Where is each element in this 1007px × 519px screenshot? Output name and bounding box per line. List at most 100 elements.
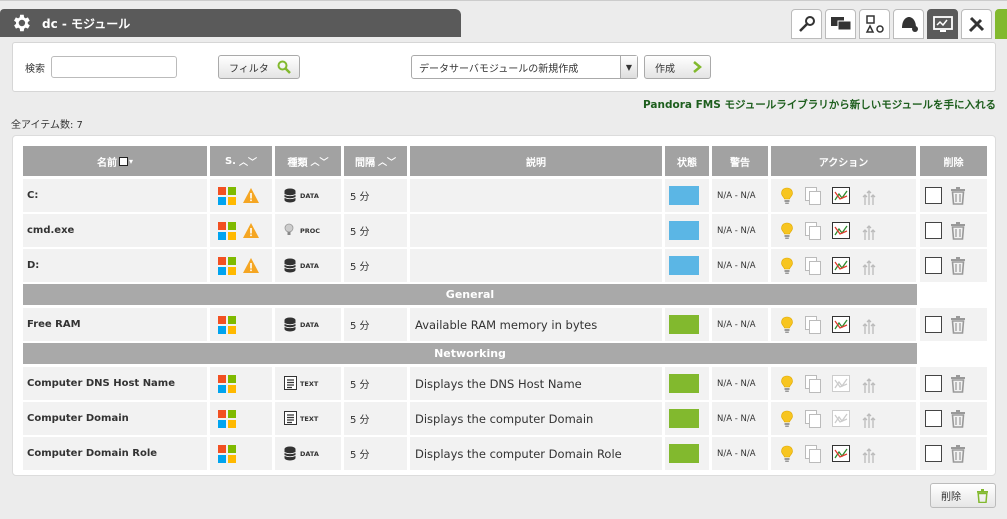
graph-icon[interactable] [832, 375, 850, 392]
header-actions: アクション [771, 146, 916, 176]
header-name[interactable]: 名前 ▾ [23, 146, 207, 176]
row-checkbox[interactable] [925, 187, 942, 204]
module-name[interactable]: cmd.exe [23, 225, 74, 236]
graph-icon[interactable] [832, 187, 850, 204]
warning-icon [243, 223, 259, 238]
tree-icon[interactable] [861, 187, 877, 205]
table-cell [665, 179, 709, 212]
table-cell [665, 367, 709, 400]
total-items: 全アイテム数: 7 [11, 120, 83, 131]
page-title: dc - モジュール [42, 16, 131, 31]
module-name[interactable]: D: [23, 260, 39, 271]
tree-icon[interactable] [861, 410, 877, 428]
filter-button[interactable]: フィルタ [218, 55, 300, 79]
warning-thresholds: N/A - N/A [717, 190, 756, 201]
table-cell: DATA [275, 308, 341, 341]
create-button[interactable]: 作成 [644, 55, 711, 79]
graph-icon[interactable] [832, 257, 850, 274]
table-cell [665, 308, 709, 341]
module-name[interactable]: C: [23, 190, 38, 201]
warning-thresholds: N/A - N/A [717, 448, 756, 459]
sort-icon: ︿﹀ [310, 157, 329, 168]
bulb-icon[interactable] [780, 187, 794, 204]
tree-icon[interactable] [861, 222, 877, 240]
module-library-link[interactable]: Pandora FMS モジュールライブラリから新しいモジュールを手に入れる [643, 97, 996, 112]
copy-icon[interactable] [805, 186, 821, 205]
bulb-icon[interactable] [780, 316, 794, 333]
search-input[interactable] [51, 56, 177, 78]
row-checkbox[interactable] [925, 445, 942, 462]
tree-icon[interactable] [861, 316, 877, 334]
trash-icon[interactable] [950, 221, 966, 240]
module-name[interactable]: Free RAM [23, 319, 81, 330]
copy-icon[interactable] [805, 256, 821, 275]
warning-thresholds: N/A - N/A [717, 260, 756, 271]
row-actions [771, 315, 877, 334]
copy-icon[interactable] [805, 221, 821, 240]
copy-icon[interactable] [805, 444, 821, 463]
templates-icon[interactable] [859, 9, 890, 39]
view-icon[interactable] [825, 9, 856, 39]
module-interval: 5 分 [350, 262, 370, 273]
gear-icon [14, 14, 30, 32]
copy-icon[interactable] [805, 374, 821, 393]
module-name[interactable]: Computer DNS Host Name [23, 378, 175, 389]
row-checkbox[interactable] [925, 257, 942, 274]
table-cell [210, 308, 272, 341]
bulb-icon[interactable] [780, 410, 794, 427]
module-name[interactable]: Computer Domain [23, 413, 129, 424]
setup-icon[interactable] [961, 9, 992, 39]
trash-icon[interactable] [950, 409, 966, 428]
row-checkbox[interactable] [925, 410, 942, 427]
status-indicator [669, 186, 699, 205]
modules-icon[interactable] [927, 9, 958, 39]
header-interval-label: 間隔 [354, 157, 375, 169]
header-warning-label: 警告 [730, 157, 750, 169]
manage-icon[interactable] [791, 9, 822, 39]
table-cell: Computer DNS Host Name [23, 367, 207, 400]
module-type-select[interactable]: データサーバモジュールの新規作成 ▼ [411, 55, 638, 79]
bulb-icon[interactable] [780, 222, 794, 239]
copy-icon[interactable] [805, 409, 821, 428]
graph-icon[interactable] [832, 316, 850, 333]
graph-icon[interactable] [832, 410, 850, 427]
tree-icon[interactable] [861, 445, 877, 463]
header-server-label: S. [224, 155, 236, 167]
tree-icon[interactable] [861, 375, 877, 393]
table-cell [210, 367, 272, 400]
table-cell: 5 分 [344, 367, 407, 400]
trash-icon[interactable] [950, 374, 966, 393]
module-type-label: PROC [300, 226, 321, 235]
table-cell: N/A - N/A [712, 249, 768, 282]
bulb-icon[interactable] [780, 445, 794, 462]
row-checkbox[interactable] [925, 375, 942, 392]
extra-icon[interactable] [995, 9, 1007, 39]
row-actions [771, 374, 877, 393]
trash-icon[interactable] [950, 186, 966, 205]
trash-icon[interactable] [950, 256, 966, 275]
alerts-icon[interactable] [893, 9, 924, 39]
header-server[interactable]: S. ︿﹀ [210, 146, 272, 176]
trash-icon[interactable] [950, 315, 966, 334]
header-type[interactable]: 種類 ︿﹀ [275, 146, 341, 176]
delete-button[interactable]: 削除 [930, 483, 996, 508]
bulb-icon[interactable] [780, 375, 794, 392]
tree-icon[interactable] [861, 257, 877, 275]
warning-icon [243, 188, 259, 203]
graph-icon[interactable] [832, 222, 850, 239]
module-name[interactable]: Computer Domain Role [23, 448, 157, 459]
trash-icon[interactable] [950, 444, 966, 463]
row-checkbox[interactable] [925, 222, 942, 239]
graph-icon[interactable] [832, 445, 850, 462]
row-checkbox[interactable] [925, 316, 942, 333]
page-title-tab: dc - モジュール [0, 9, 461, 37]
module-interval: 5 分 [350, 450, 370, 461]
table-cell: C: [23, 179, 207, 212]
table-cell [920, 179, 987, 212]
bulb-icon[interactable] [780, 257, 794, 274]
table-cell [920, 214, 987, 247]
table-cell: DATA [275, 437, 341, 470]
header-interval[interactable]: 間隔 ︿﹀ [344, 146, 407, 176]
copy-icon[interactable] [805, 315, 821, 334]
header-delete: 削除 [920, 146, 987, 176]
